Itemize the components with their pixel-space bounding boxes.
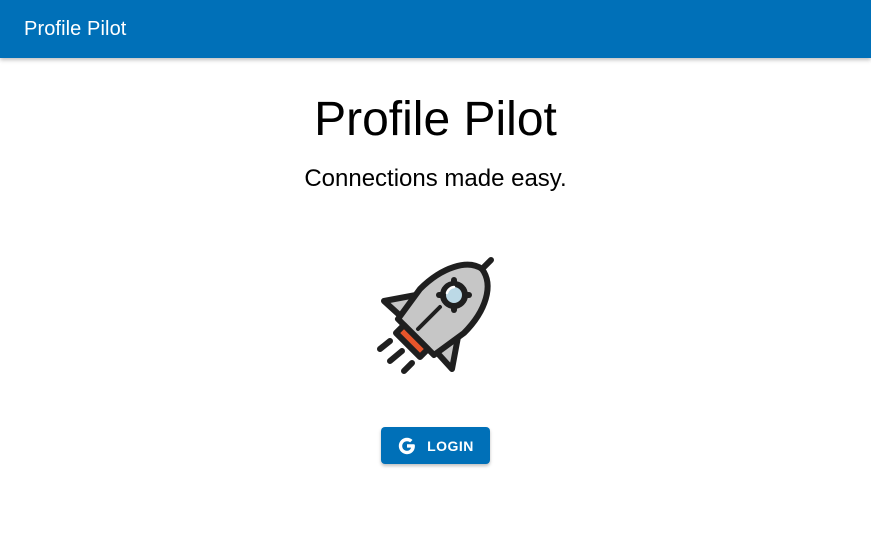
login-button[interactable]: LOGIN bbox=[381, 427, 490, 464]
rocket-icon bbox=[374, 255, 498, 379]
page-title: Profile Pilot bbox=[314, 93, 557, 146]
app-bar: Profile Pilot bbox=[0, 0, 871, 58]
page-subtitle: Connections made easy. bbox=[304, 165, 567, 192]
login-button-label: LOGIN bbox=[427, 437, 474, 454]
app-title: Profile Pilot bbox=[24, 17, 127, 40]
google-icon bbox=[397, 436, 417, 456]
